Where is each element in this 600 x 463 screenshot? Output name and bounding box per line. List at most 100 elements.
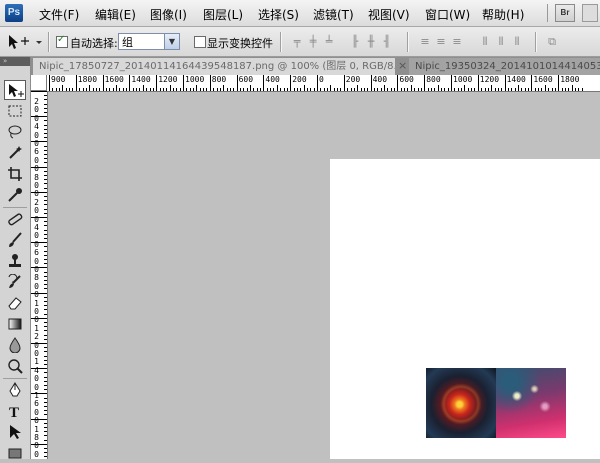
vertical-ruler[interactable]: 2004006008002004006008001001200140016001…	[31, 91, 48, 459]
ruler-minor-tick	[266, 88, 268, 91]
quick-selection-tool[interactable]	[4, 143, 26, 163]
brush-tool[interactable]	[4, 230, 26, 250]
ruler-minor-tick	[44, 259, 47, 260]
ruler-label: 1600	[533, 75, 553, 84]
document-tab-bar: Nipic_17850727_20140114164439548187.png …	[31, 57, 600, 75]
ruler-tick	[370, 75, 372, 91]
menu-file[interactable]: 文件(F)	[39, 6, 79, 23]
ruler-minor-tick	[44, 296, 47, 298]
ruler-tick	[531, 75, 533, 91]
auto-align-layers-icon[interactable]: ⧉	[545, 35, 559, 48]
history-brush-tool[interactable]	[4, 272, 26, 292]
ruler-minor-tick	[507, 88, 509, 91]
flower-photo-thumbnail[interactable]	[426, 368, 496, 438]
blur-tool[interactable]	[4, 335, 26, 355]
ruler-origin[interactable]	[31, 75, 47, 91]
brush-icon	[9, 232, 22, 247]
auto-select-dropdown[interactable]: 组 ▼	[118, 33, 180, 50]
distribute-right-icon[interactable]: ⦀	[510, 35, 524, 48]
gradient-tool[interactable]	[4, 314, 26, 334]
show-transform-checkbox[interactable]	[194, 36, 206, 48]
workspace-switcher-icon[interactable]	[582, 4, 598, 22]
ruler-minor-tick	[44, 406, 47, 407]
ruler-minor-tick	[44, 196, 47, 197]
ruler-label: 1800	[560, 75, 580, 84]
ruler-minor-tick	[296, 88, 298, 91]
ruler-minor-tick	[44, 137, 47, 139]
marquee-tool[interactable]	[4, 101, 26, 121]
ruler-minor-tick	[44, 376, 47, 378]
healing-brush-tool[interactable]	[4, 209, 26, 229]
distribute-hcenter-icon[interactable]: ⦀	[494, 35, 508, 48]
ruler-minor-tick	[44, 431, 47, 433]
menu-edit[interactable]: 编辑(E)	[95, 6, 136, 23]
ruler-minor-tick	[31, 418, 47, 420]
ruler-minor-tick	[564, 88, 566, 91]
menu-window[interactable]: 窗口(W)	[425, 6, 470, 23]
ruler-minor-tick	[464, 85, 466, 91]
menu-help[interactable]: 帮助(H)	[482, 6, 524, 23]
type-tool[interactable]: T	[4, 401, 26, 421]
ruler-tick	[209, 75, 211, 91]
ruler-minor-tick	[44, 103, 47, 105]
ruler-minor-tick	[31, 116, 47, 118]
document-tab[interactable]: Nipic_19350324_20141010144140535...	[409, 58, 600, 75]
menu-select[interactable]: 选择(S)	[258, 6, 299, 23]
menu-layer[interactable]: 图层(L)	[203, 6, 243, 23]
ruler-minor-tick	[340, 88, 342, 91]
close-icon[interactable]: ×	[398, 59, 407, 72]
menu-view[interactable]: 视图(V)	[368, 6, 410, 23]
path-selection-tool[interactable]	[4, 422, 26, 442]
align-vcenter-icon[interactable]: ╪	[306, 35, 320, 48]
ruler-minor-tick	[44, 120, 47, 122]
auto-select-label: 自动选择:	[70, 37, 118, 50]
ruler-tick	[129, 75, 131, 91]
eraser-icon	[8, 297, 22, 310]
crop-tool[interactable]	[4, 164, 26, 184]
ruler-minor-tick	[136, 88, 138, 91]
lasso-tool[interactable]	[4, 122, 26, 142]
move-tool[interactable]	[4, 80, 26, 100]
align-top-icon[interactable]: ╤	[290, 35, 304, 48]
ruler-minor-tick	[44, 275, 47, 277]
pen-tool[interactable]	[4, 380, 26, 400]
align-bottom-icon[interactable]: ╧	[322, 35, 336, 48]
ruler-minor-tick	[44, 246, 47, 248]
bridge-button[interactable]: Br	[555, 4, 575, 22]
ruler-minor-tick	[323, 88, 325, 91]
tool-preset-picker[interactable]	[6, 32, 42, 52]
ruler-minor-tick	[310, 88, 312, 91]
ruler-minor-tick	[44, 212, 47, 214]
ruler-minor-tick	[444, 88, 446, 91]
ruler-minor-tick	[44, 301, 47, 302]
distribute-bottom-icon[interactable]: ≡	[450, 35, 464, 48]
menu-filter[interactable]: 滤镜(T)	[313, 6, 354, 23]
ruler-minor-tick	[568, 88, 570, 91]
bokeh-photo-thumbnail[interactable]	[496, 368, 566, 438]
ruler-minor-tick	[31, 393, 47, 395]
ruler-minor-tick	[561, 88, 563, 91]
horizontal-ruler[interactable]: 900 1800 1600 1400 1200 1000 800 600 400 200 0 200 4…	[47, 75, 600, 92]
distribute-top-icon[interactable]: ≡	[418, 35, 432, 48]
eraser-tool[interactable]	[4, 293, 26, 313]
tools-panel-header[interactable]: »	[0, 57, 30, 66]
distribute-left-icon[interactable]: ⦀	[478, 35, 492, 48]
rectangle-tool[interactable]	[4, 443, 26, 463]
ruler-minor-tick	[179, 88, 181, 91]
ruler-minor-tick	[44, 107, 47, 109]
gradient-icon	[8, 318, 22, 330]
ruler-minor-tick	[44, 397, 47, 399]
eyedropper-tool[interactable]	[4, 185, 26, 205]
dodge-tool[interactable]	[4, 356, 26, 376]
menu-image[interactable]: 图像(I)	[150, 6, 187, 23]
align-hcenter-icon[interactable]: ╫	[364, 35, 378, 48]
ruler-minor-tick	[578, 88, 580, 91]
distribute-vcenter-icon[interactable]: ≡	[434, 35, 448, 48]
clone-stamp-tool[interactable]	[4, 251, 26, 271]
align-left-icon[interactable]: ╟	[348, 35, 362, 48]
auto-select-checkbox[interactable]	[56, 34, 68, 48]
align-right-icon[interactable]: ╢	[380, 35, 394, 48]
ruler-minor-tick	[44, 254, 47, 256]
ruler-minor-tick	[44, 338, 47, 340]
document-tab-active[interactable]: Nipic_17850727_20140114164439548187.png …	[33, 58, 395, 75]
